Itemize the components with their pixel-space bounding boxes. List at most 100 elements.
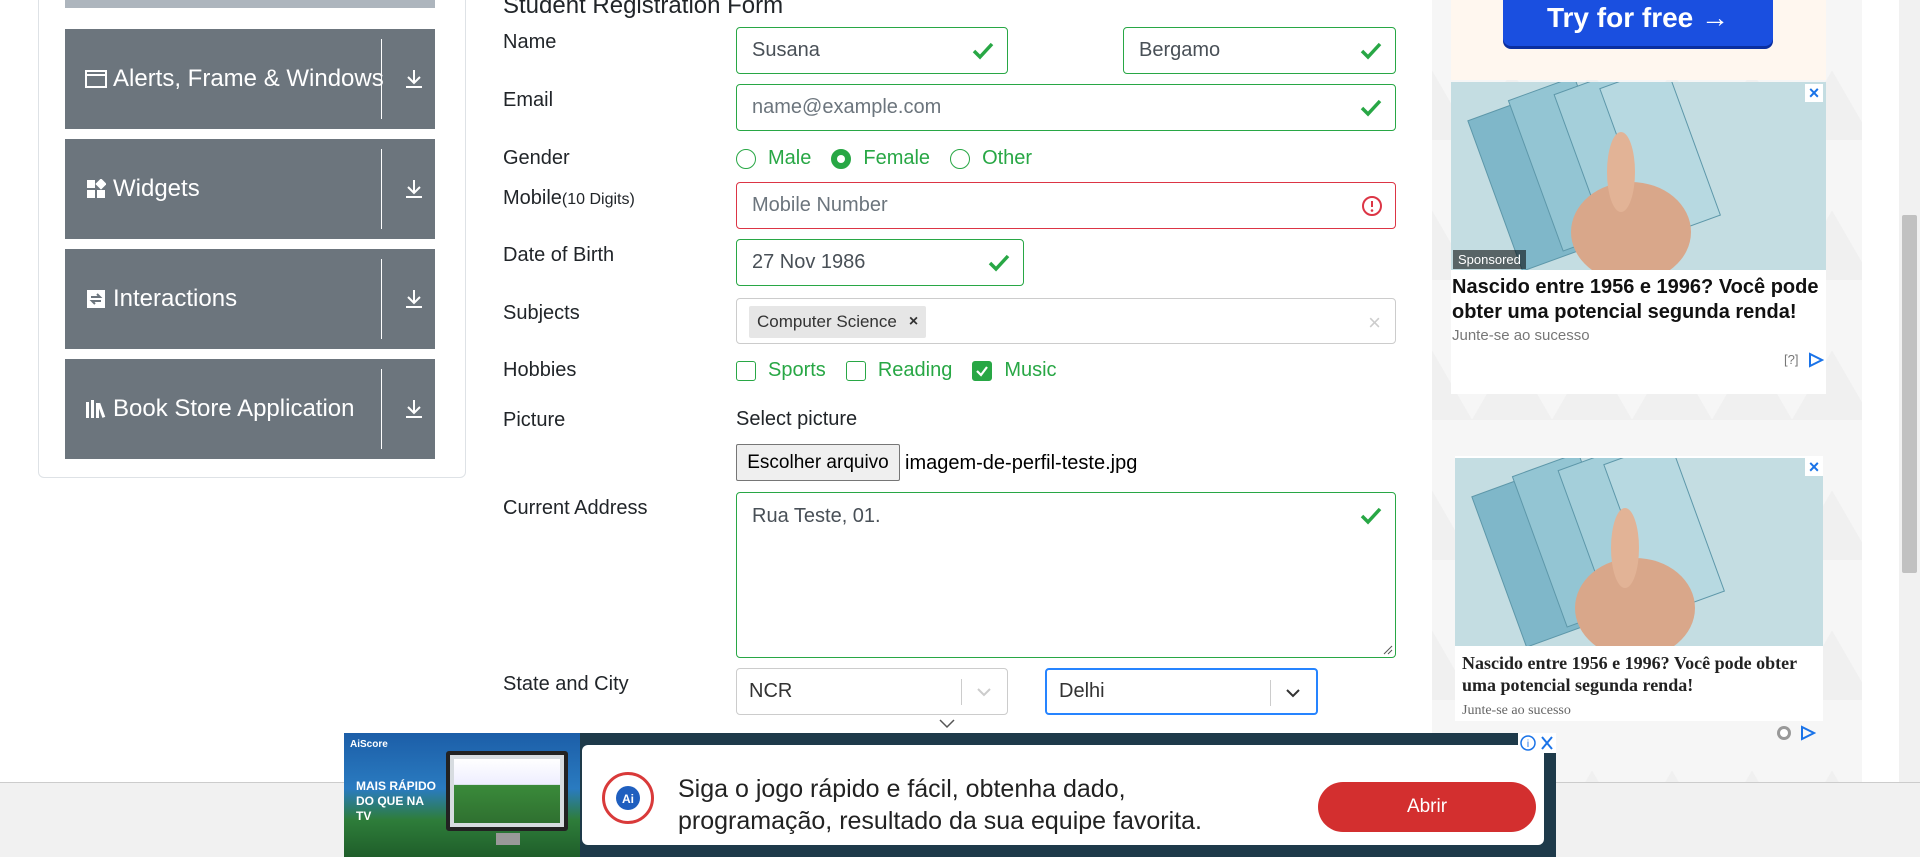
hobby-reading-checkbox[interactable]: Reading bbox=[845, 359, 953, 382]
download-icon[interactable] bbox=[403, 178, 425, 200]
adchoices-icon[interactable] bbox=[1808, 352, 1824, 368]
address-value: Rua Teste, 01. bbox=[752, 505, 881, 527]
ad-headline-2[interactable]: Nascido entre 1956 e 1996? Você pode obt… bbox=[1462, 652, 1822, 696]
checkbox-box[interactable] bbox=[736, 360, 756, 381]
download-icon[interactable] bbox=[403, 68, 425, 90]
banner-image: AiScore MAIS RÁPIDO DO QUE NA TV bbox=[344, 733, 580, 857]
sidebar-item-interactions[interactable]: Interactions bbox=[65, 249, 435, 349]
dob-input[interactable]: 27 Nov 1986 bbox=[736, 239, 1024, 286]
sidebar-top-group[interactable] bbox=[65, 0, 435, 8]
app-logo-icon: Ai bbox=[602, 772, 654, 824]
divider bbox=[381, 259, 382, 339]
checkbox-box-checked[interactable] bbox=[972, 360, 993, 381]
error-icon bbox=[1362, 196, 1382, 216]
city-select[interactable]: Delhi bbox=[1045, 668, 1318, 715]
ad-close-icon[interactable]: × bbox=[1805, 458, 1823, 476]
sidebar-item-alerts[interactable]: Alerts, Frame & Windows bbox=[65, 29, 435, 129]
banner-close-controls[interactable]: i bbox=[1518, 733, 1556, 753]
state-city-label: State and City bbox=[503, 673, 629, 695]
sidebar-item-label: Interactions bbox=[113, 285, 238, 312]
hobbies-checkbox-group: Sports Reading Music bbox=[736, 359, 1077, 382]
radio-circle[interactable] bbox=[736, 148, 756, 169]
file-name: imagem-de-perfil-teste.jpg bbox=[905, 452, 1138, 474]
money-hand-image bbox=[1451, 82, 1826, 270]
subject-chip-label: Computer Science bbox=[757, 312, 897, 331]
ad-image-money-2[interactable] bbox=[1455, 458, 1823, 646]
gender-female-radio[interactable]: Female bbox=[831, 147, 930, 170]
name-label: Name bbox=[503, 31, 557, 53]
resize-grip-icon[interactable] bbox=[1383, 645, 1393, 655]
bottom-banner-ad[interactable]: AiScore MAIS RÁPIDO DO QUE NA TV Ai Siga… bbox=[344, 733, 1556, 857]
address-textarea[interactable]: Rua Teste, 01. bbox=[736, 492, 1396, 658]
ad-source-1[interactable]: Junte-se ao sucesso bbox=[1452, 327, 1590, 344]
banner-text-line: Siga o jogo rápido e fácil, obtenha dado… bbox=[678, 775, 1126, 803]
email-label: Email bbox=[503, 89, 554, 111]
last-name-value: Bergamo bbox=[1139, 39, 1221, 61]
hobby-sports-checkbox[interactable]: Sports bbox=[736, 359, 826, 382]
mobile-placeholder: Mobile Number bbox=[752, 194, 888, 216]
chevron-down-icon[interactable] bbox=[1282, 682, 1304, 704]
dob-label: Date of Birth bbox=[503, 244, 615, 266]
divider bbox=[381, 39, 382, 119]
mobile-input[interactable]: Mobile Number bbox=[736, 182, 1396, 229]
tv-icon bbox=[446, 751, 568, 845]
info-close-icon[interactable]: i bbox=[1518, 733, 1556, 753]
svg-text:i: i bbox=[1527, 739, 1529, 750]
check-icon bbox=[1360, 99, 1382, 117]
select-separator bbox=[1270, 680, 1271, 706]
checkbox-label: Sports bbox=[768, 359, 826, 381]
checkbox-box[interactable] bbox=[845, 360, 866, 381]
check-icon bbox=[1360, 507, 1382, 525]
mobile-hint: (10 Digits) bbox=[561, 191, 635, 208]
state-select[interactable]: NCR bbox=[736, 668, 1008, 715]
radio-label: Female bbox=[863, 147, 931, 169]
subjects-label: Subjects bbox=[503, 302, 580, 324]
email-input[interactable]: name@example.com bbox=[736, 84, 1396, 131]
chevron-down-icon[interactable] bbox=[973, 681, 995, 703]
address-label: Current Address bbox=[503, 497, 648, 519]
radio-label: Other bbox=[982, 147, 1033, 169]
choose-file-button[interactable]: Escolher arquivo bbox=[736, 444, 900, 481]
adchoices-icon[interactable] bbox=[1800, 725, 1816, 741]
sidebar-item-label: Widgets bbox=[113, 175, 200, 202]
scrollbar-thumb[interactable] bbox=[1902, 215, 1917, 573]
hobbies-label: Hobbies bbox=[503, 359, 577, 381]
books-icon bbox=[85, 398, 107, 420]
ad-close-icon[interactable]: × bbox=[1805, 84, 1823, 102]
gender-other-radio[interactable]: Other bbox=[950, 147, 1032, 170]
check-icon bbox=[1360, 42, 1382, 60]
hobby-music-checkbox[interactable]: Music bbox=[972, 359, 1057, 382]
subjects-input[interactable]: Computer Science × × bbox=[736, 298, 1396, 344]
email-placeholder: name@example.com bbox=[752, 96, 942, 118]
mobile-label: Mobile(10 Digits) bbox=[503, 187, 635, 210]
checkbox-label: Music bbox=[1004, 359, 1057, 381]
svg-text:Ai: Ai bbox=[622, 792, 634, 806]
ad-feedback-icon[interactable] bbox=[1776, 725, 1792, 741]
first-name-input[interactable]: Susana bbox=[736, 27, 1008, 74]
open-button[interactable]: Abrir bbox=[1318, 782, 1536, 832]
check-icon bbox=[988, 254, 1010, 272]
radio-circle[interactable] bbox=[950, 148, 971, 169]
radio-label: Male bbox=[768, 147, 812, 169]
checkbox-label: Reading bbox=[877, 359, 953, 381]
ad-source-2[interactable]: Junte-se ao sucesso bbox=[1462, 703, 1571, 719]
clear-icon[interactable]: × bbox=[1368, 310, 1381, 336]
try-for-free-button[interactable]: Try for free → bbox=[1503, 0, 1773, 46]
ad-image-money[interactable] bbox=[1451, 82, 1826, 270]
sidebar-item-bookstore[interactable]: Book Store Application bbox=[65, 359, 435, 459]
ad-info-question[interactable]: [?] bbox=[1784, 352, 1798, 367]
sponsored-badge: Sponsored bbox=[1453, 250, 1526, 269]
download-icon[interactable] bbox=[403, 398, 425, 420]
divider bbox=[381, 369, 382, 449]
ad-headline-1[interactable]: Nascido entre 1956 e 1996? Você pode obt… bbox=[1452, 275, 1827, 325]
select-separator bbox=[961, 679, 962, 705]
radio-circle-selected[interactable] bbox=[831, 148, 852, 169]
banner-text: Siga o jogo rápido e fácil, obtenha dado… bbox=[678, 773, 1202, 837]
sidebar-item-label: Book Store Application bbox=[113, 395, 355, 422]
banner-card[interactable]: Ai Siga o jogo rápido e fácil, obtenha d… bbox=[582, 745, 1544, 845]
last-name-input[interactable]: Bergamo bbox=[1123, 27, 1396, 74]
chip-remove-icon[interactable]: × bbox=[909, 313, 918, 331]
download-icon[interactable] bbox=[403, 288, 425, 310]
gender-male-radio[interactable]: Male bbox=[736, 147, 811, 170]
sidebar-item-widgets[interactable]: Widgets bbox=[65, 139, 435, 239]
